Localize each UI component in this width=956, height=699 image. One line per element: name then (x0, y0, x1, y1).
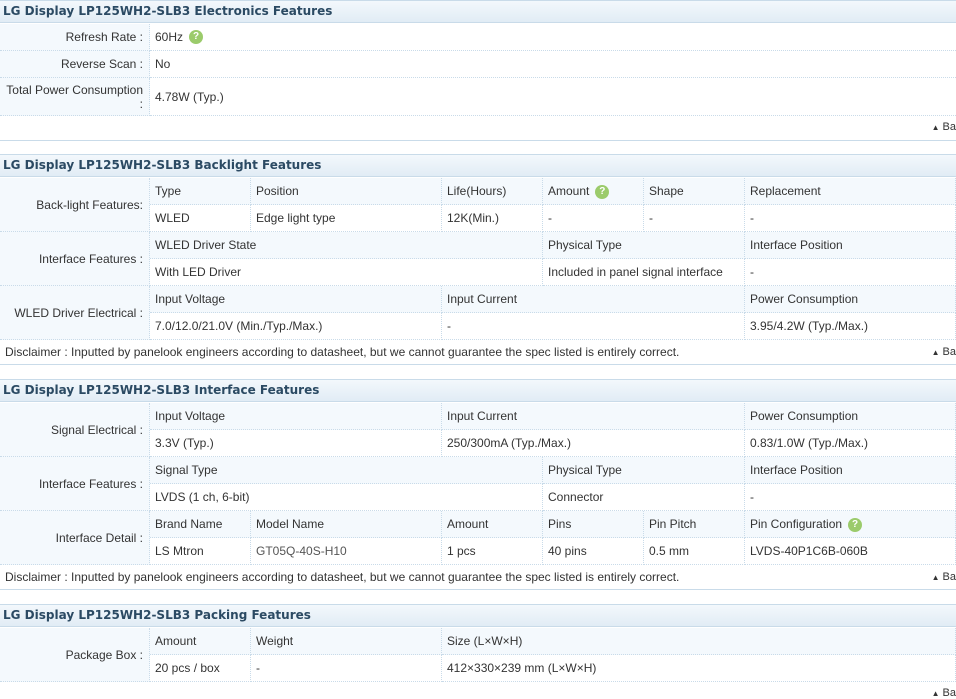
if-value-physical-type: Connector (543, 484, 745, 511)
de-header-input-voltage: Input Voltage (150, 286, 442, 313)
bl-value-type: WLED (150, 205, 251, 232)
help-icon[interactable]: ? (848, 517, 863, 532)
interface-detail-label: Interface Detail : (0, 511, 150, 565)
id-value-pins: 40 pins (543, 538, 644, 565)
pb-header-size: Size (L×W×H) (442, 628, 956, 655)
back-to-top-label: Ba (942, 687, 956, 699)
bl-header-shape: Shape (644, 178, 745, 205)
de-header-power-consumption: Power Consumption (745, 286, 956, 313)
bl-if-header-physical-type: Physical Type (543, 232, 745, 259)
se-header-input-current: Input Current (442, 403, 745, 430)
bl-if-header-driver-state: WLED Driver State (150, 232, 543, 259)
total-power-text: 4.78W (Typ.) (155, 89, 224, 104)
bl-header-position: Position (251, 178, 442, 205)
total-power-label-line2: : (139, 96, 143, 111)
id-value-amount: 1 pcs (442, 538, 543, 565)
pb-header-weight: Weight (251, 628, 442, 655)
de-value-input-voltage: 7.0/12.0/21.0V (Min./Typ./Max.) (150, 313, 442, 340)
back-to-top-label: Ba (942, 346, 956, 358)
signal-electrical-label: Signal Electrical : (0, 403, 150, 457)
id-value-model-name[interactable]: GT05Q-40S-H10 (251, 538, 442, 565)
bl-value-amount: - (543, 205, 644, 232)
triangle-up-icon: ▲ (931, 689, 940, 698)
triangle-up-icon: ▲ (931, 573, 940, 582)
se-header-input-voltage: Input Voltage (150, 403, 442, 430)
interface-features-label: Interface Features : (0, 457, 150, 511)
back-to-top-label: Ba (942, 571, 956, 583)
bl-header-replacement: Replacement (745, 178, 956, 205)
backlight-features-label: Back-light Features: (0, 178, 150, 232)
bl-value-shape: - (644, 205, 745, 232)
backlight-disclaimer: Disclaimer : Inputted by panelook engine… (0, 340, 956, 365)
packing-section-title: LG Display LP125WH2-SLB3 Packing Feature… (0, 604, 956, 627)
bl-value-position: Edge light type (251, 205, 442, 232)
pb-header-amount: Amount (150, 628, 251, 655)
back-to-top-link[interactable]: ▲ Ba (932, 121, 956, 133)
electronics-section-title: LG Display LP125WH2-SLB3 Electronics Fea… (0, 0, 956, 23)
refresh-rate-label: Refresh Rate : (0, 24, 150, 51)
refresh-rate-text: 60Hz (155, 30, 184, 44)
bl-value-replacement: - (745, 205, 956, 232)
de-header-input-current: Input Current (442, 286, 745, 313)
triangle-up-icon: ▲ (931, 123, 940, 132)
interface-disclaimer: Disclaimer : Inputted by panelook engine… (0, 565, 956, 590)
se-value-input-current: 250/300mA (Typ./Max.) (442, 430, 745, 457)
if-value-interface-position: - (745, 484, 956, 511)
id-value-pin-configuration: LVDS-40P1C6B-060B (745, 538, 956, 565)
section-divider (0, 140, 956, 141)
bl-value-life: 12K(Min.) (442, 205, 543, 232)
back-to-top-link[interactable]: ▲ Ba (932, 571, 956, 583)
if-header-interface-position: Interface Position (745, 457, 956, 484)
bl-if-header-interface-position: Interface Position (745, 232, 956, 259)
de-value-input-current: - (442, 313, 745, 340)
bl-interface-features-label: Interface Features : (0, 232, 150, 286)
reverse-scan-label: Reverse Scan : (0, 51, 150, 78)
id-header-model-name: Model Name (251, 511, 442, 538)
back-to-top-label: Ba (942, 121, 956, 133)
id-header-pins: Pins (543, 511, 644, 538)
bl-header-amount-text: Amount (548, 184, 590, 198)
interface-section-title: LG Display LP125WH2-SLB3 Interface Featu… (0, 379, 956, 402)
pb-value-weight: - (251, 655, 442, 682)
id-header-brand-name: Brand Name (150, 511, 251, 538)
se-header-power-consumption: Power Consumption (745, 403, 956, 430)
pb-value-size: 412×330×239 mm (L×W×H) (442, 655, 956, 682)
reverse-scan-text: No (155, 57, 171, 71)
id-header-amount: Amount (442, 511, 543, 538)
bl-header-life: Life(Hours) (442, 178, 543, 205)
total-power-value: 4.78W (Typ.) (150, 78, 956, 116)
id-value-brand-name: LS Mtron (150, 538, 251, 565)
total-power-label-line1: Total Power Consumption (6, 82, 143, 97)
id-value-pin-pitch: 0.5 mm (644, 538, 745, 565)
refresh-rate-value: 60Hz ? (150, 24, 956, 51)
se-value-power-consumption: 0.83/1.0W (Typ./Max.) (745, 430, 956, 457)
help-icon[interactable]: ? (189, 30, 204, 44)
bl-header-type: Type (150, 178, 251, 205)
back-to-top-link[interactable]: ▲ Ba (932, 346, 956, 358)
if-header-signal-type: Signal Type (150, 457, 543, 484)
bl-header-amount: Amount? (543, 178, 644, 205)
bl-if-value-physical-type: Included in panel signal interface (543, 259, 745, 286)
se-value-input-voltage: 3.3V (Typ.) (150, 430, 442, 457)
triangle-up-icon: ▲ (931, 348, 940, 357)
bl-if-value-interface-position: - (745, 259, 956, 286)
wled-driver-electrical-label: WLED Driver Electrical : (0, 286, 150, 340)
pb-value-amount: 20 pcs / box (150, 655, 251, 682)
if-value-signal-type: LVDS (1 ch, 6-bit) (150, 484, 543, 511)
back-to-top-link[interactable]: ▲ Ba (932, 687, 956, 699)
help-icon[interactable]: ? (595, 184, 610, 199)
de-value-power-consumption: 3.95/4.2W (Typ./Max.) (745, 313, 956, 340)
id-header-pin-configuration: Pin Configuration? (745, 511, 956, 538)
total-power-label: Total Power Consumption : (0, 78, 150, 116)
if-header-physical-type: Physical Type (543, 457, 745, 484)
backlight-section-title: LG Display LP125WH2-SLB3 Backlight Featu… (0, 154, 956, 177)
reverse-scan-value: No (150, 51, 956, 78)
bl-if-value-driver-state: With LED Driver (150, 259, 543, 286)
id-header-pin-configuration-text: Pin Configuration (750, 517, 843, 531)
package-box-label: Package Box : (0, 628, 150, 682)
id-header-pin-pitch: Pin Pitch (644, 511, 745, 538)
